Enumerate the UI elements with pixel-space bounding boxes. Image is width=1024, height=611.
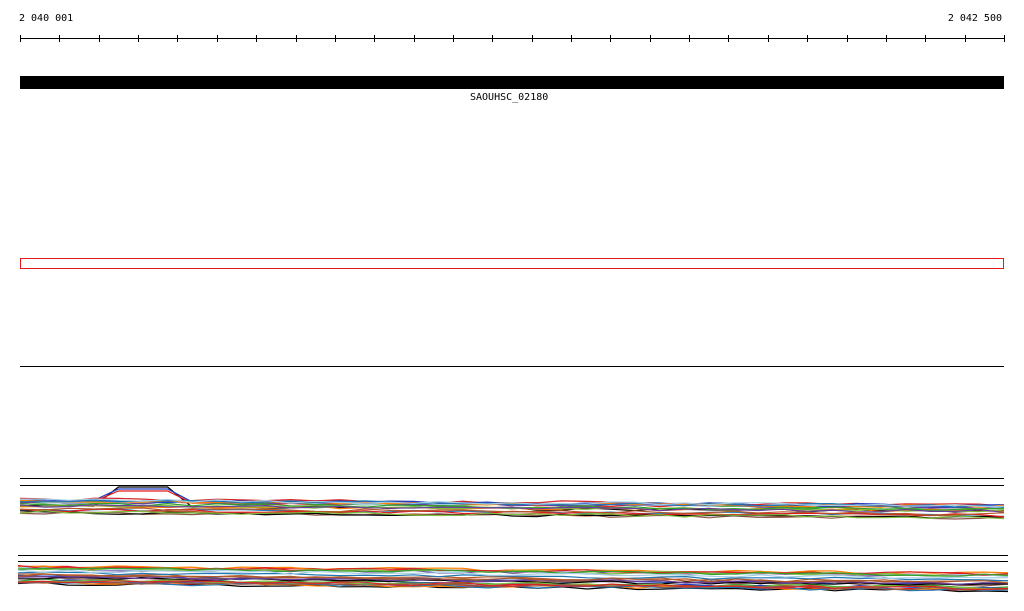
- expression-profiles-lower: [17, 564, 1009, 593]
- gene-feature-bar[interactable]: [20, 76, 1004, 89]
- genome-browser-view[interactable]: 2 040 001 2 042 500 SAOUHSC_02180: [0, 0, 1024, 611]
- expression-track-lower[interactable]: [17, 555, 1009, 593]
- expression-track-upper[interactable]: [19, 478, 1005, 520]
- tracks-canvas[interactable]: [0, 0, 1024, 611]
- coordinate-ruler: [20, 35, 1005, 42]
- expression-profiles-upper: [19, 486, 1005, 520]
- selection-region[interactable]: [20, 258, 1004, 269]
